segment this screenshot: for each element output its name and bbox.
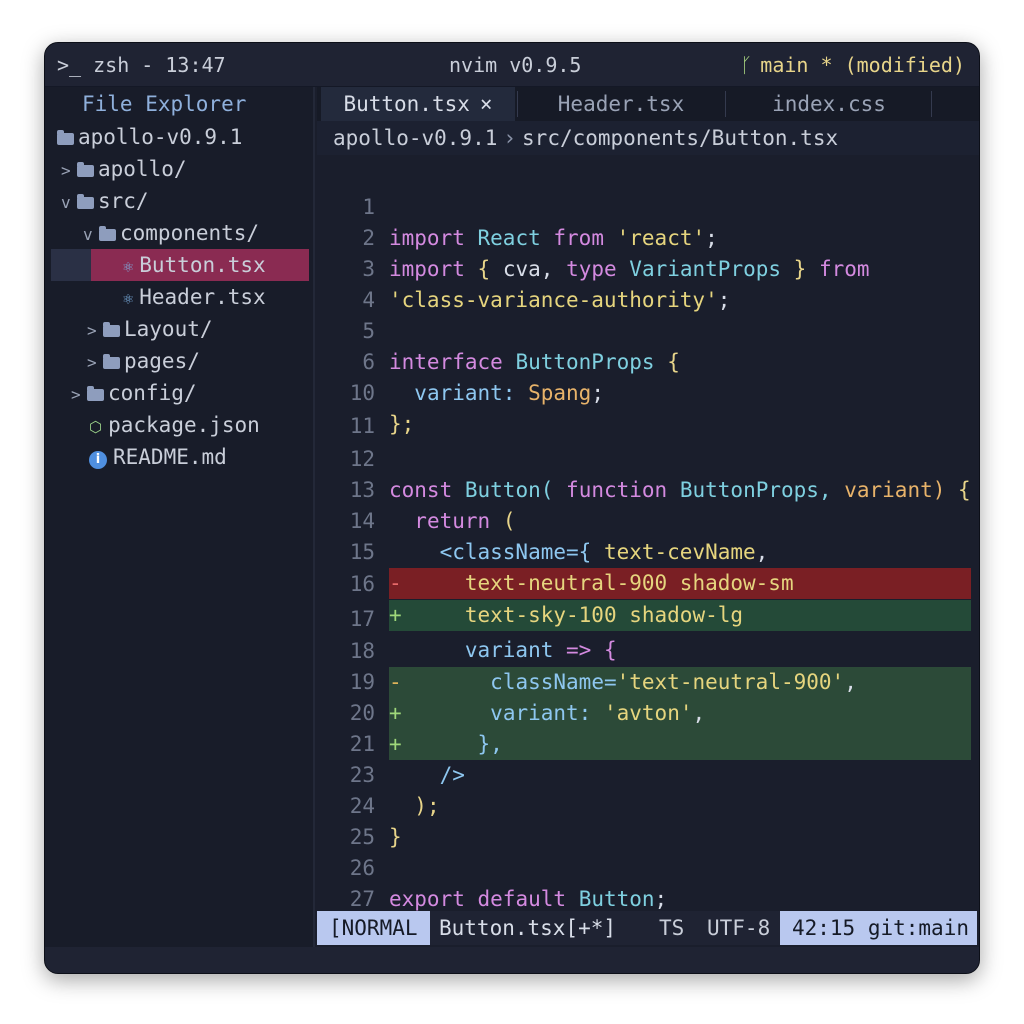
json-icon: ⬡: [89, 418, 103, 436]
code-line[interactable]: 11: [317, 380, 979, 438]
code-line[interactable]: 1 import React from 'react';: [317, 161, 979, 250]
tab-index-css[interactable]: index.css: [729, 87, 929, 121]
code-line[interactable]: 4: [317, 254, 979, 312]
git-status-label: main * (modified): [760, 53, 965, 77]
tree-item-label: config/: [108, 381, 197, 405]
tree-item-label: apollo-v0.9.1: [78, 125, 243, 149]
code-token: default: [477, 887, 567, 911]
file-explorer-title: File Explorer: [82, 92, 247, 116]
code-line[interactable]: 25: [317, 791, 979, 849]
tab-header-tsx[interactable]: Header.tsx: [521, 87, 721, 121]
react-icon: ⚛: [123, 289, 134, 309]
code-line[interactable]: 17 variant => {: [317, 573, 979, 662]
close-icon[interactable]: ×: [480, 92, 493, 116]
chevron-right-icon: >: [61, 161, 71, 180]
tree-item-src[interactable]: v src/: [45, 185, 313, 217]
chevron-right-icon: >: [87, 321, 97, 340]
tree-item-header-tsx[interactable]: ⚛ Header.tsx: [45, 281, 313, 313]
bottom-strip: [45, 947, 979, 973]
code-line-added[interactable]: 16 + text-sky-100 shadow-lg: [317, 538, 979, 631]
code-line[interactable]: 14 <className={ text-cevName,: [317, 475, 979, 564]
status-cursor-position: 42:15 git:main: [779, 911, 977, 945]
tree-item-label: README.md: [113, 445, 227, 469]
folder-icon: [103, 354, 120, 369]
tree-item-button-tsx[interactable]: ⚛ Button.tsx: [45, 249, 313, 281]
react-icon: ⚛: [123, 257, 134, 277]
code-line[interactable]: 24 }: [317, 760, 979, 849]
code-line[interactable]: 6 variant: Spang;: [317, 316, 979, 405]
code-line-added[interactable]: 20 + },: [317, 667, 979, 760]
tree-item-label: src/: [98, 189, 149, 213]
editor-pane: Button.tsx × Header.tsx index.css apollo-…: [317, 87, 979, 911]
tab-divider: [725, 91, 726, 117]
app-title: nvim v0.9.5: [449, 53, 582, 77]
tree-item-label: pages/: [124, 349, 200, 373]
code-line[interactable]: 27: [317, 853, 979, 911]
git-branch-icon: ᚴ: [740, 53, 753, 77]
chevron-right-icon: >: [87, 353, 97, 372]
chevron-down-icon: v: [61, 193, 71, 212]
tab-label: Button.tsx: [343, 92, 470, 116]
code-line[interactable]: 13 return (: [317, 444, 979, 533]
code-line[interactable]: 12 const Button( function ButtonProps, v…: [317, 413, 979, 502]
title-bar: >_ zsh - 13:47 nvim v0.9.5 ᚴ main * (modi…: [45, 43, 979, 87]
code-line-deleted[interactable]: 15 - text-neutral-900 shadow-sm: [317, 506, 979, 599]
code-line[interactable]: 3 'class-variance-authority';: [317, 223, 979, 312]
code-token: Button: [578, 887, 655, 911]
tree-item-label: Layout/: [124, 317, 213, 341]
tree-item-label: Button.tsx: [139, 253, 266, 277]
tab-bar: Button.tsx × Header.tsx index.css: [317, 87, 979, 121]
shell-indicator: >_ zsh - 13:47: [57, 53, 226, 77]
code-line-modified[interactable]: 18 - className='text-neutral-900',: [317, 605, 979, 698]
breadcrumb: apollo-v0.9.1 › src/components/Button.tsx: [317, 121, 979, 155]
tab-label: Header.tsx: [557, 92, 685, 116]
tab-divider: [931, 91, 932, 117]
folder-open-icon: [77, 194, 94, 209]
folder-open-icon: [99, 226, 116, 241]
folder-icon: [87, 386, 104, 401]
status-encoding[interactable]: UTF-8: [707, 911, 770, 945]
chevron-down-icon: v: [83, 225, 93, 244]
tree-item-apollo[interactable]: > apollo/: [45, 153, 313, 185]
tree-item-package-json[interactable]: ⬡ package.json: [45, 409, 313, 441]
file-tree: apollo-v0.9.1 > apollo/ v src/ v components…: [45, 121, 313, 473]
status-bar: [NORMAL Button.tsx[+*] TS UTF-8 42:15 gi…: [317, 911, 977, 945]
git-status[interactable]: ᚴ main * (modified): [740, 53, 965, 77]
info-icon: i: [89, 451, 107, 469]
code-line[interactable]: 21 />: [317, 698, 979, 787]
tree-item-pages[interactable]: > pages/: [45, 345, 313, 377]
vim-mode-indicator: [NORMAL: [317, 911, 430, 945]
folder-icon: [77, 162, 94, 177]
tab-label: index.css: [772, 92, 886, 116]
code-line[interactable]: 5 interface ButtonProps {: [317, 285, 979, 374]
tree-item-label: Header.tsx: [139, 285, 266, 309]
code-line[interactable]: 23 );: [317, 729, 979, 818]
breadcrumb-path[interactable]: src/components/Button.tsx: [522, 126, 838, 150]
code-line[interactable]: 10 };: [317, 347, 979, 436]
breadcrumb-root[interactable]: apollo-v0.9.1: [333, 126, 497, 150]
tab-divider: [517, 91, 518, 117]
tree-item-components[interactable]: v components/: [45, 217, 313, 249]
selection-highlight: ⚛ Button.tsx: [91, 249, 309, 281]
tree-item-label: package.json: [108, 413, 260, 437]
tree-item-config[interactable]: > config/: [45, 377, 313, 409]
tree-item-label: apollo/: [98, 157, 187, 181]
status-language[interactable]: TS: [659, 911, 684, 945]
chevron-right-icon: >: [71, 385, 81, 404]
status-filename: Button.tsx[+*]: [439, 916, 617, 940]
code-line[interactable]: 26 export default Button;: [317, 822, 979, 911]
tree-item-layout[interactable]: > Layout/: [45, 313, 313, 345]
tree-item-readme[interactable]: i README.md: [45, 441, 313, 473]
folder-icon: [57, 130, 74, 145]
tree-item-label: components/: [120, 221, 260, 245]
chevron-right-icon: ›: [503, 126, 517, 150]
tab-button-tsx[interactable]: Button.tsx ×: [321, 87, 515, 121]
terminal-window: >_ zsh - 13:47 nvim v0.9.5 ᚴ main * (modi…: [44, 42, 980, 974]
code-line[interactable]: 2 import { cva, type VariantProps } from: [317, 192, 979, 281]
code-token: ;: [654, 887, 668, 911]
code-line-added[interactable]: 19 + variant: 'avton',: [317, 636, 979, 729]
folder-icon: [103, 322, 120, 337]
tree-item-apollo-root[interactable]: apollo-v0.9.1: [45, 121, 313, 153]
